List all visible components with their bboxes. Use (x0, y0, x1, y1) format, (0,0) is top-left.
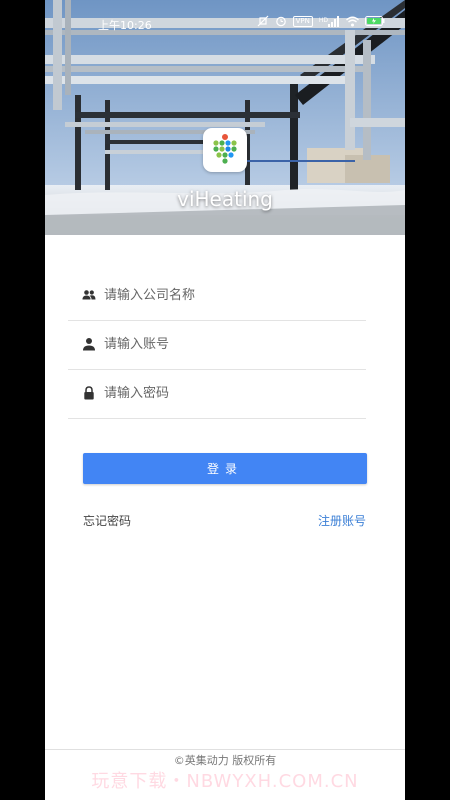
company-name-input[interactable] (104, 281, 354, 309)
group-icon (82, 287, 96, 301)
login-button[interactable]: 登录 (83, 453, 367, 484)
battery-charging-icon (365, 16, 385, 26)
account-field (68, 320, 366, 370)
alarm-icon (275, 15, 287, 27)
hero-banner: 上午10:26 VPN HD viHeating (45, 0, 405, 235)
app-name: viHeating (177, 187, 273, 211)
footer-divider (45, 749, 405, 750)
company-field (68, 271, 366, 321)
account-input[interactable] (104, 330, 354, 358)
signal-icon: HD (318, 15, 340, 27)
register-account-link[interactable]: 注册账号 (318, 512, 366, 529)
person-icon (82, 336, 96, 351)
status-time: 上午10:26 (98, 19, 152, 32)
login-screen: 上午10:26 VPN HD viHeating 请输入公司名称 请输入账号 登… (45, 0, 405, 800)
wifi-icon (346, 16, 359, 27)
status-bar: 上午10:26 VPN HD (45, 0, 405, 46)
status-icons: VPN HD (257, 15, 385, 27)
copyright-text: ©英集动力 版权所有 (173, 754, 277, 767)
password-input[interactable] (104, 379, 354, 407)
network-type-badge: HD (318, 17, 328, 24)
password-field (68, 369, 366, 419)
watermark-text: 玩意下载・NBWYXH.COM.CN (91, 771, 359, 792)
mute-vibrate-icon (257, 15, 269, 27)
app-logo-icon (203, 128, 247, 172)
forgot-password-link[interactable]: 忘记密码 (83, 512, 131, 529)
lock-icon (82, 385, 96, 400)
vpn-icon: VPN (292, 15, 313, 27)
